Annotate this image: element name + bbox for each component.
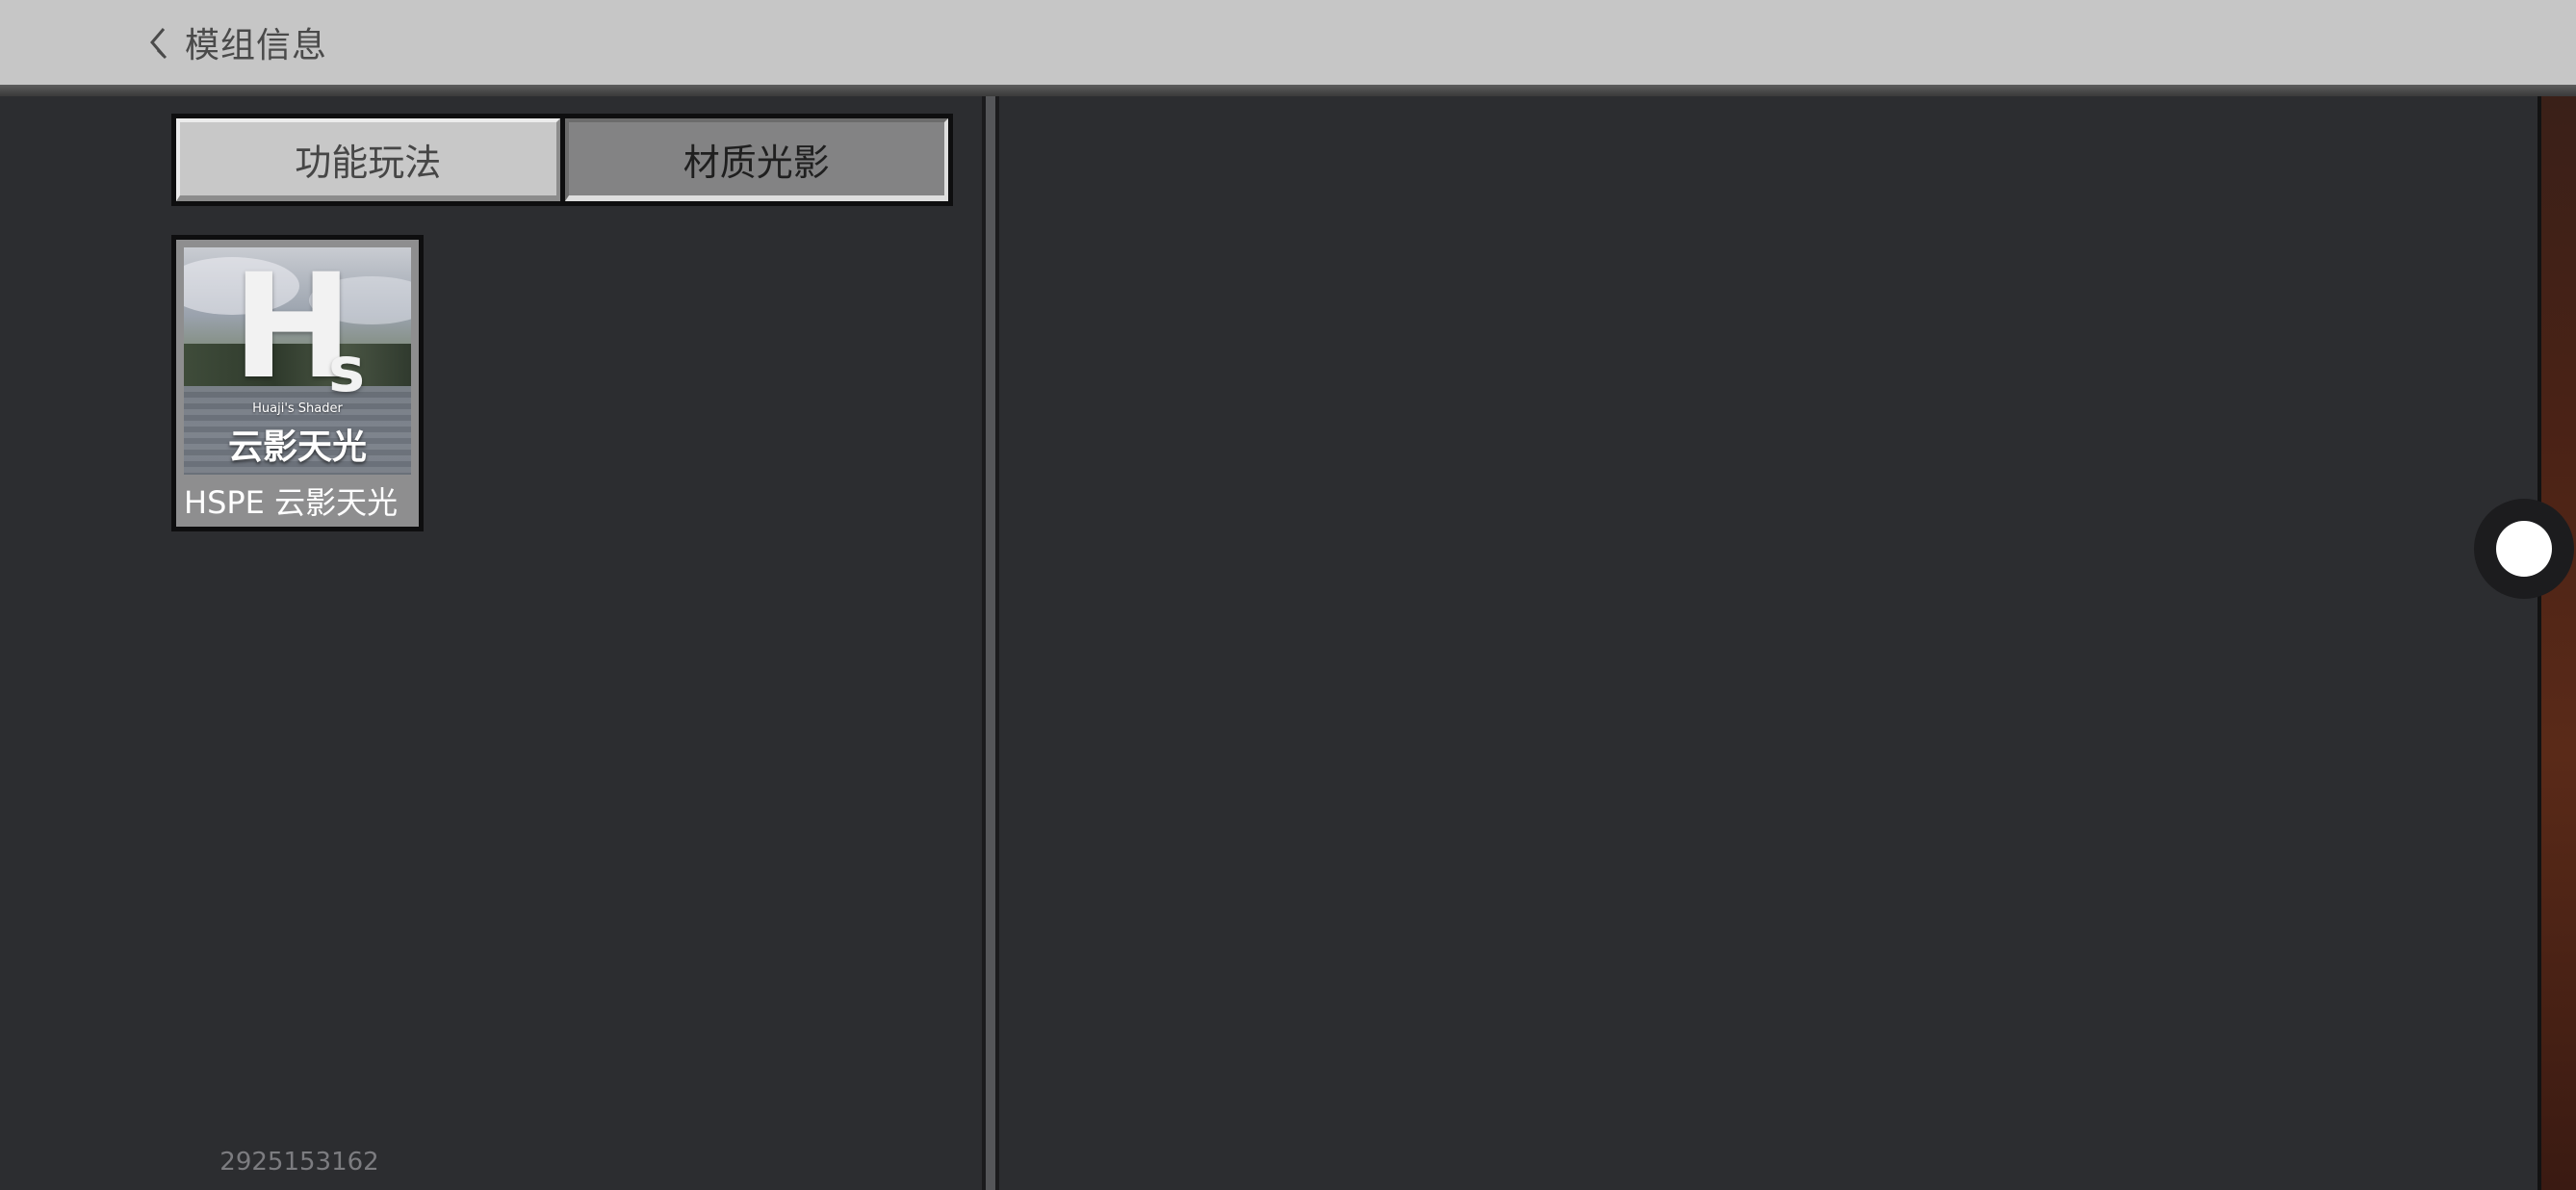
mod-card[interactable]: H s Huaji's Shader 云影天光 HSPE 云影天光: [171, 235, 424, 531]
tab-label: 材质光影: [683, 141, 830, 184]
divider-inner: [986, 96, 995, 1190]
tab-textures-shaders[interactable]: 材质光影: [564, 118, 948, 201]
top-bar: 模组信息: [0, 0, 2576, 85]
right-panel: [999, 96, 2539, 1190]
mod-card-inner: H s Huaji's Shader 云影天光 HSPE 云影天光: [176, 240, 419, 527]
left-panel: 功能玩法 材质光影 H s Huaji's Shader 云影天光 HSPE 云…: [0, 96, 982, 1190]
panel-divider[interactable]: [982, 96, 999, 1190]
mod-name: HSPE 云影天光: [184, 484, 399, 521]
main-content: 功能玩法 材质光影 H s Huaji's Shader 云影天光 HSPE 云…: [0, 96, 2576, 1190]
tab-label: 功能玩法: [295, 141, 442, 184]
page-title: 模组信息: [185, 26, 328, 65]
background-edge: [2537, 96, 2576, 1190]
floating-dot-icon: [2496, 521, 2552, 577]
back-button[interactable]: 模组信息: [144, 13, 327, 71]
tab-gameplay[interactable]: 功能玩法: [176, 118, 560, 201]
mod-thumbnail: H s Huaji's Shader 云影天光: [184, 247, 411, 475]
logo-title-cn: 云影天光: [227, 427, 367, 467]
category-tabs: 功能玩法 材质光影: [171, 114, 953, 206]
floating-assist-button[interactable]: [2474, 499, 2574, 599]
logo-letter-s: s: [328, 335, 366, 406]
chevron-left-icon: [150, 28, 167, 60]
logo-tagline: Huaji's Shader: [252, 401, 343, 416]
mod-id: 2925153162: [219, 1148, 379, 1177]
top-bar-shadow: [0, 85, 2576, 96]
edge-line: [2537, 96, 2541, 1190]
